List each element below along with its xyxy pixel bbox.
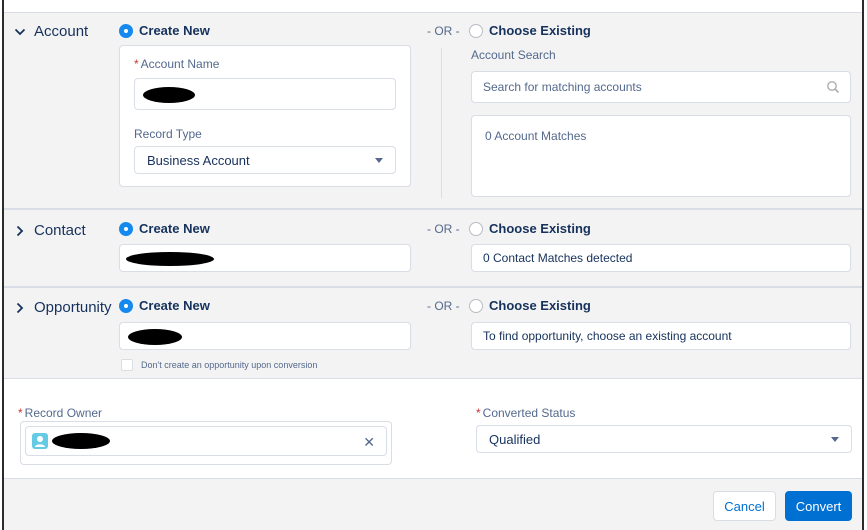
chevron-right-icon xyxy=(14,302,26,314)
opportunity-create-new-label: Create New xyxy=(139,298,210,313)
contact-section-toggle[interactable]: Contact xyxy=(14,222,86,239)
record-owner-label-text: Record Owner xyxy=(24,406,103,420)
account-search-input[interactable]: Search for matching accounts xyxy=(471,71,851,103)
record-owner-label: * Record Owner xyxy=(18,406,102,420)
required-mark: * xyxy=(134,57,139,71)
converted-status-value: Qualified xyxy=(489,431,541,447)
search-icon xyxy=(826,80,840,94)
radio-selected-icon xyxy=(119,23,133,38)
account-section: Account Create New - OR - Choose Existin… xyxy=(4,12,862,208)
dropdown-caret-icon xyxy=(831,436,839,442)
opportunity-section-toggle[interactable]: Opportunity xyxy=(14,299,112,316)
opportunity-existing-hint-box: To find opportunity, choose an existing … xyxy=(471,322,851,350)
opportunity-choose-existing-radio[interactable]: Choose Existing xyxy=(469,298,591,313)
redacted-value xyxy=(52,433,110,449)
record-type-select[interactable]: Business Account xyxy=(134,146,396,174)
account-name-input[interactable] xyxy=(134,78,396,110)
record-type-value: Business Account xyxy=(147,152,250,168)
contact-matches-text: 0 Contact Matches detected xyxy=(483,251,633,265)
dropdown-caret-icon xyxy=(375,157,383,163)
account-name-label: * Account Name xyxy=(134,57,219,71)
record-type-label: Record Type xyxy=(134,127,202,141)
required-mark: * xyxy=(18,406,23,420)
account-choose-existing-label: Choose Existing xyxy=(489,23,591,38)
close-icon[interactable]: ✕ xyxy=(363,435,375,449)
owner-status-section: * Record Owner ✕ * Converted Status Qualif… xyxy=(4,378,862,478)
opportunity-or-separator: - OR - xyxy=(427,299,460,313)
opportunity-section: Opportunity Create New - OR - Choose Exi… xyxy=(4,286,862,378)
account-search-label: Account Search xyxy=(471,48,556,62)
account-search-placeholder: Search for matching accounts xyxy=(483,80,642,94)
required-mark: * xyxy=(476,406,481,420)
vertical-divider xyxy=(441,48,442,198)
account-name-label-text: Account Name xyxy=(140,57,220,71)
opportunity-create-new-radio[interactable]: Create New xyxy=(119,298,210,313)
contact-matches-box: 0 Contact Matches detected xyxy=(471,244,851,272)
radio-unselected-icon xyxy=(469,23,483,38)
chevron-right-icon xyxy=(14,225,26,237)
account-matches-box: 0 Account Matches xyxy=(471,115,851,197)
account-section-toggle[interactable]: Account xyxy=(14,23,88,40)
redacted-value xyxy=(126,252,214,266)
contact-create-new-label: Create New xyxy=(139,221,210,236)
record-owner-pill[interactable]: ✕ xyxy=(25,426,387,456)
contact-choose-existing-label: Choose Existing xyxy=(489,221,591,236)
no-opportunity-checkbox-label: Don't create an opportunity upon convers… xyxy=(141,360,318,370)
radio-unselected-icon xyxy=(469,298,483,313)
contact-create-new-radio[interactable]: Create New xyxy=(119,221,210,236)
chevron-down-icon xyxy=(14,26,26,38)
converted-status-label: * Converted Status xyxy=(476,406,575,420)
opportunity-name-input[interactable] xyxy=(119,322,411,350)
radio-unselected-icon xyxy=(469,221,483,236)
account-create-new-label: Create New xyxy=(139,23,210,38)
opportunity-choose-existing-label: Choose Existing xyxy=(489,298,591,313)
opportunity-section-title: Opportunity xyxy=(34,299,112,316)
radio-selected-icon xyxy=(119,221,133,236)
convert-lead-dialog: Account Create New - OR - Choose Existin… xyxy=(2,0,864,530)
user-avatar-icon xyxy=(32,433,48,449)
convert-button[interactable]: Convert xyxy=(785,491,852,521)
contact-or-separator: - OR - xyxy=(427,222,460,236)
dialog-footer: Cancel Convert xyxy=(4,478,862,530)
account-matches-text: 0 Account Matches xyxy=(485,129,587,143)
account-or-separator: - OR - xyxy=(427,24,460,38)
contact-choose-existing-radio[interactable]: Choose Existing xyxy=(469,221,591,236)
account-create-new-radio[interactable]: Create New xyxy=(119,23,210,38)
account-section-title: Account xyxy=(34,23,89,40)
contact-section: Contact Create New - OR - Choose Existin… xyxy=(4,208,862,286)
converted-status-select[interactable]: Qualified xyxy=(476,425,852,453)
redacted-value xyxy=(143,87,195,103)
converted-status-label-text: Converted Status xyxy=(482,406,576,420)
radio-selected-icon xyxy=(119,298,133,313)
no-opportunity-checkbox[interactable] xyxy=(121,359,133,371)
record-owner-field-frame: ✕ xyxy=(20,421,392,465)
account-create-card: * Account Name Record Type Business Accou… xyxy=(119,45,411,187)
contact-name-input[interactable] xyxy=(119,244,411,272)
contact-section-title: Contact xyxy=(34,222,86,239)
cancel-button[interactable]: Cancel xyxy=(713,491,776,521)
opportunity-existing-hint-text: To find opportunity, choose an existing … xyxy=(483,329,732,343)
account-choose-existing-radio[interactable]: Choose Existing xyxy=(469,23,591,38)
redacted-value xyxy=(128,329,182,345)
